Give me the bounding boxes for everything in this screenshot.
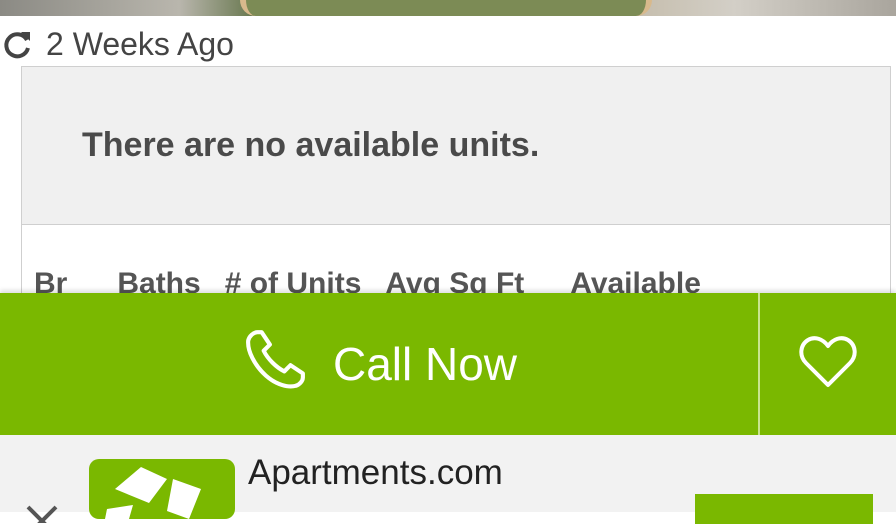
app-name: Apartments.com [248, 453, 503, 492]
app-view-button[interactable] [695, 494, 873, 524]
close-icon[interactable] [24, 503, 60, 523]
apartments-logo [89, 459, 235, 519]
heart-icon [798, 335, 858, 394]
action-bar: Call Now [0, 293, 896, 435]
no-units-message: There are no available units. [82, 126, 540, 164]
phone-icon [241, 326, 307, 403]
last-updated: 2 Weeks Ago [2, 26, 234, 62]
photo-planter [240, 0, 652, 16]
call-now-button[interactable]: Call Now [0, 293, 760, 435]
updated-text: 2 Weeks Ago [46, 25, 234, 62]
favorite-button[interactable] [760, 293, 896, 435]
call-now-label: Call Now [332, 338, 518, 390]
listing-photo[interactable] [0, 0, 896, 16]
refresh-icon [2, 28, 34, 60]
app-install-banner: Apartments.com [0, 435, 896, 524]
no-units-notice: There are no available units. [22, 67, 890, 225]
